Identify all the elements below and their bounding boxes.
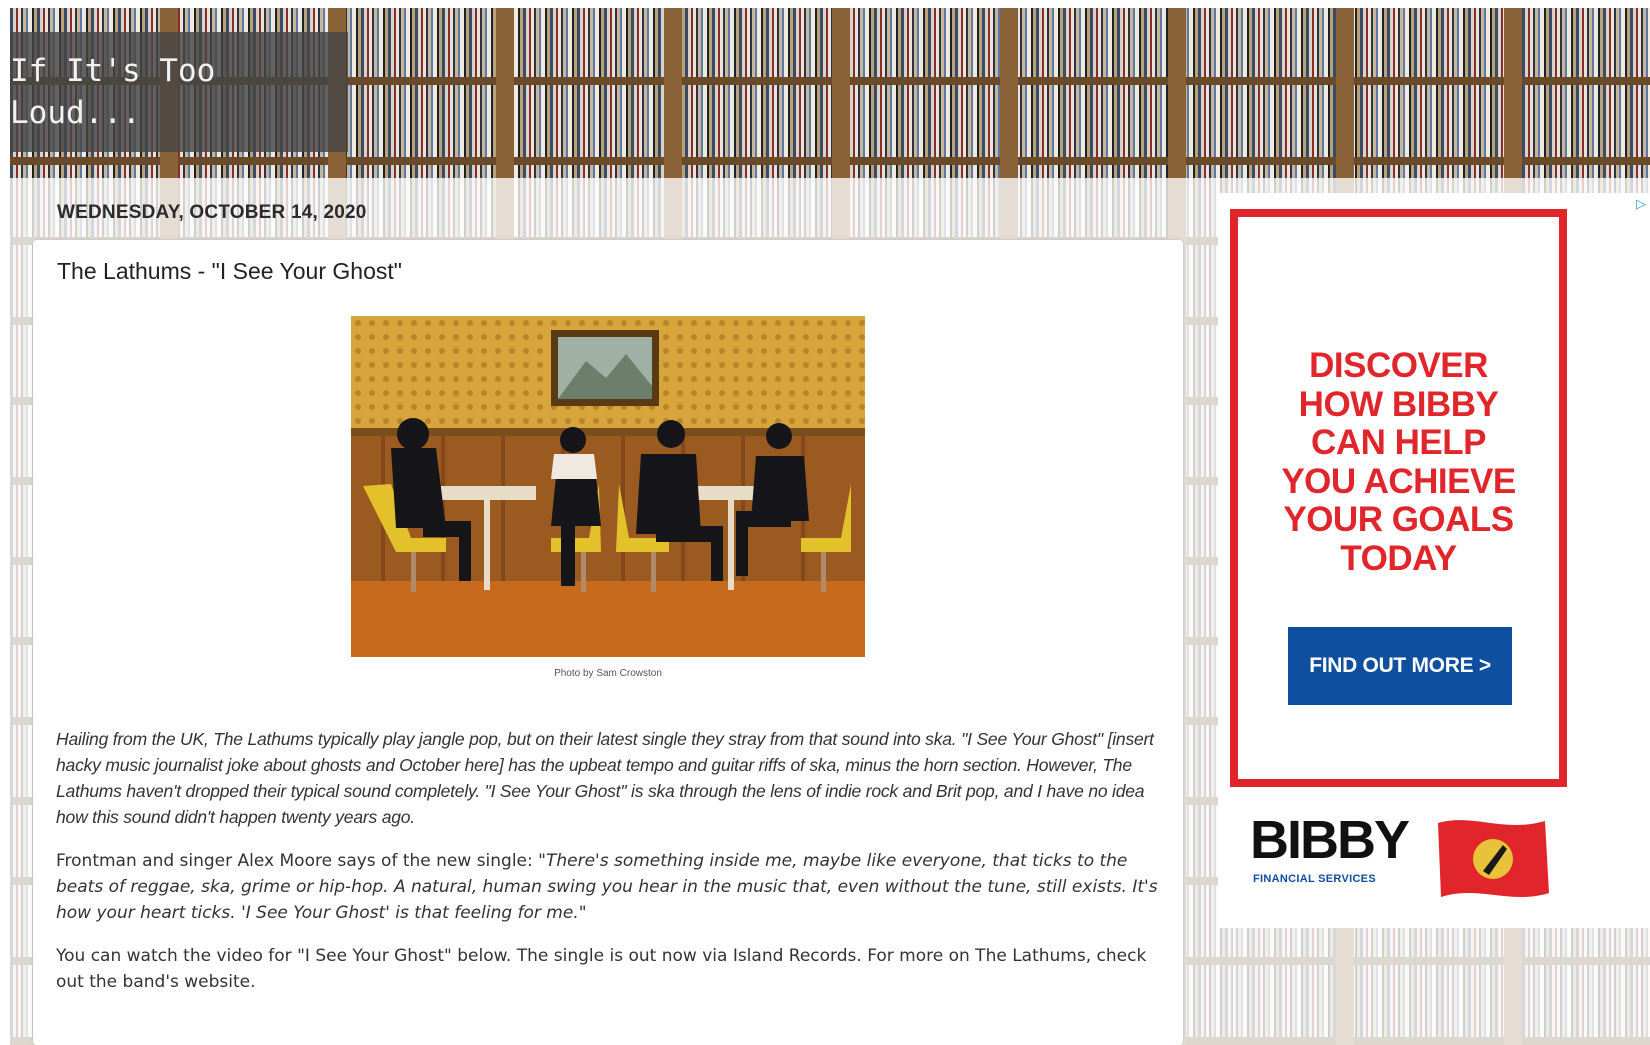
ad-headline-line: HOW BIBBY bbox=[1298, 384, 1499, 424]
bibby-logo-subtitle: FINANCIAL SERVICES bbox=[1253, 873, 1376, 885]
post-card: The Lathums - "I See Your Ghost" Photo b… bbox=[33, 240, 1183, 1045]
adchoices-icon[interactable]: ▷ bbox=[1632, 195, 1650, 213]
band-photo[interactable] bbox=[351, 316, 865, 657]
paragraph-1-text: Hailing from the UK, The Lathums typical… bbox=[56, 729, 1154, 827]
post-paragraph-3: You can watch the video for "I See Your … bbox=[56, 943, 1166, 995]
ad-headline-line: YOU ACHIEVE bbox=[1238, 461, 1559, 502]
post-paragraph-2: Frontman and singer Alex Moore says of t… bbox=[56, 848, 1166, 926]
bibby-logo[interactable]: BIBBY bbox=[1250, 813, 1410, 867]
ad-headline-fragment: ACHIEVE bbox=[1355, 461, 1517, 501]
ad-headline-line: TODAY bbox=[1340, 538, 1457, 578]
find-out-more-button[interactable]: FIND OUT MORE > bbox=[1288, 627, 1512, 705]
band-website-link[interactable]: website bbox=[184, 972, 250, 992]
ad-headline-emphasis: YOU bbox=[1281, 461, 1356, 501]
post-date: WEDNESDAY, OCTOBER 14, 2020 bbox=[57, 202, 367, 223]
photo-credit: Photo by Sam Crowston bbox=[554, 668, 662, 679]
blog-title[interactable]: If It's Too Loud... bbox=[10, 50, 340, 134]
ad-headline-line: DISCOVER bbox=[1309, 346, 1488, 385]
bibby-flag-icon bbox=[1438, 820, 1549, 897]
post-paragraph-1: Hailing from the UK, The Lathums typical… bbox=[56, 726, 1166, 830]
ad-headline-line: CAN HELP bbox=[1311, 423, 1486, 462]
paragraph-3-end: . bbox=[250, 972, 256, 992]
ad-frame[interactable]: DISCOVER HOW BIBBY CAN HELP YOU ACHIEVE … bbox=[1230, 209, 1567, 787]
ad-headline: DISCOVER HOW BIBBY CAN HELP YOU ACHIEVE … bbox=[1238, 346, 1559, 578]
post-title[interactable]: The Lathums - "I See Your Ghost" bbox=[57, 258, 402, 285]
ad-headline-line: YOUR GOALS bbox=[1283, 500, 1514, 539]
paragraph-2-intro: Frontman and singer Alex Moore says of t… bbox=[56, 851, 539, 871]
advertisement[interactable]: ▷ DISCOVER HOW BIBBY CAN HELP YOU ACHIEV… bbox=[1218, 193, 1650, 928]
